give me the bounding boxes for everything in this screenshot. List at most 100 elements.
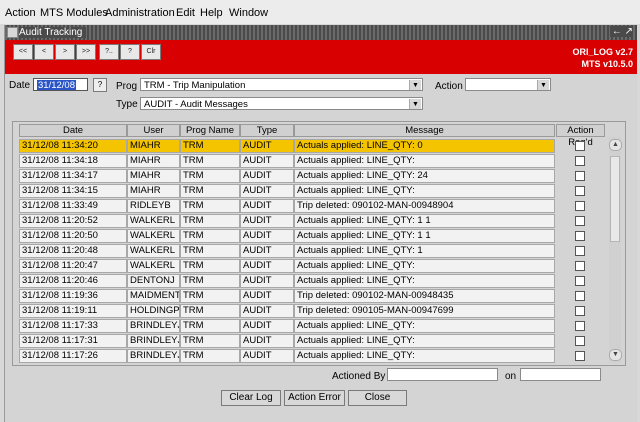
cell-message[interactable]: Trip deleted: 090102-MAN-00948435 <box>294 289 555 303</box>
vertical-scrollbar[interactable]: ▲ ▼ <box>609 137 622 363</box>
action-reqd-checkbox[interactable] <box>575 171 585 181</box>
cell-date[interactable]: 31/12/08 11:20:47 <box>19 259 127 273</box>
close-button[interactable]: Close <box>348 390 407 406</box>
menu-edit[interactable]: Edit <box>176 7 195 19</box>
cell-date[interactable]: 31/12/08 11:17:33 <box>19 319 127 333</box>
cell-message[interactable]: Actuals applied: LINE_QTY: <box>294 274 555 288</box>
cell-date[interactable]: 31/12/08 11:20:52 <box>19 214 127 228</box>
cell-user[interactable]: WALKERL <box>127 244 180 258</box>
first-record-button[interactable]: << <box>13 44 33 60</box>
cell-message[interactable]: Actuals applied: LINE_QTY: <box>294 154 555 168</box>
cell-user[interactable]: BRINDLEYJ <box>127 319 180 333</box>
cell-user[interactable]: HOLDINGP <box>127 304 180 318</box>
action-reqd-checkbox[interactable] <box>575 261 585 271</box>
cell-date[interactable]: 31/12/08 11:17:26 <box>19 349 127 363</box>
cell-type[interactable]: AUDIT <box>240 244 294 258</box>
cell-date[interactable]: 31/12/08 11:20:46 <box>19 274 127 288</box>
action-reqd-checkbox[interactable] <box>575 336 585 346</box>
col-header-action-reqd[interactable]: Action Req'd <box>556 124 605 148</box>
cell-user[interactable]: BRINDLEYJ <box>127 334 180 348</box>
cell-user[interactable]: MIAHR <box>127 184 180 198</box>
cell-type[interactable]: AUDIT <box>240 214 294 228</box>
cell-prog-name[interactable]: TRM <box>180 259 240 273</box>
cell-date[interactable]: 31/12/08 11:33:49 <box>19 199 127 213</box>
cell-message[interactable]: Actuals applied: LINE_QTY: <box>294 349 555 363</box>
cell-message[interactable]: Actuals applied: LINE_QTY: <box>294 184 555 198</box>
cell-message[interactable]: Actuals applied: LINE_QTY: <box>294 334 555 348</box>
menu-action[interactable]: Action <box>5 7 36 19</box>
cell-type[interactable]: AUDIT <box>240 139 294 153</box>
cell-prog-name[interactable]: TRM <box>180 289 240 303</box>
cell-message[interactable]: Actuals applied: LINE_QTY: <box>294 259 555 273</box>
cell-prog-name[interactable]: TRM <box>180 199 240 213</box>
col-header-prog-name[interactable]: Prog Name <box>180 124 240 137</box>
cell-type[interactable]: AUDIT <box>240 304 294 318</box>
action-reqd-checkbox[interactable] <box>575 306 585 316</box>
prog-select[interactable]: TRM - Trip Manipulation ▼ <box>140 78 423 91</box>
cell-user[interactable]: MIAHR <box>127 169 180 183</box>
cell-user[interactable]: RIDLEYB <box>127 199 180 213</box>
cell-prog-name[interactable]: TRM <box>180 169 240 183</box>
cell-user[interactable]: WALKERL <box>127 229 180 243</box>
menu-mts-modules[interactable]: MTS Modules <box>40 7 108 19</box>
action-reqd-checkbox[interactable] <box>575 351 585 361</box>
cell-prog-name[interactable]: TRM <box>180 139 240 153</box>
cell-prog-name[interactable]: TRM <box>180 304 240 318</box>
cell-message[interactable]: Trip deleted: 090102-MAN-00948904 <box>294 199 555 213</box>
action-reqd-checkbox[interactable] <box>575 216 585 226</box>
cell-prog-name[interactable]: TRM <box>180 319 240 333</box>
cell-date[interactable]: 31/12/08 11:17:31 <box>19 334 127 348</box>
cell-user[interactable]: DENTONJ <box>127 274 180 288</box>
action-reqd-checkbox[interactable] <box>575 321 585 331</box>
query-button[interactable]: ?.. <box>99 44 119 60</box>
next-record-button[interactable]: > <box>55 44 75 60</box>
cell-message[interactable]: Actuals applied: LINE_QTY: 1 1 <box>294 229 555 243</box>
cell-user[interactable]: MIAHR <box>127 154 180 168</box>
cell-type[interactable]: AUDIT <box>240 349 294 363</box>
cell-user[interactable]: BRINDLEYJ <box>127 349 180 363</box>
action-select[interactable]: ▼ <box>465 78 551 91</box>
cell-date[interactable]: 31/12/08 11:34:15 <box>19 184 127 198</box>
cell-date[interactable]: 31/12/08 11:19:11 <box>19 304 127 318</box>
cell-type[interactable]: AUDIT <box>240 184 294 198</box>
action-reqd-checkbox[interactable] <box>575 276 585 286</box>
cell-prog-name[interactable]: TRM <box>180 274 240 288</box>
on-date-field[interactable] <box>520 368 601 381</box>
cell-prog-name[interactable]: TRM <box>180 214 240 228</box>
cell-date[interactable]: 31/12/08 11:20:48 <box>19 244 127 258</box>
cell-user[interactable]: MIAHR <box>127 139 180 153</box>
help-button[interactable]: ? <box>120 44 140 60</box>
col-header-date[interactable]: Date <box>19 124 127 137</box>
cell-type[interactable]: AUDIT <box>240 169 294 183</box>
cell-prog-name[interactable]: TRM <box>180 154 240 168</box>
cell-type[interactable]: AUDIT <box>240 229 294 243</box>
col-header-message[interactable]: Message <box>294 124 555 137</box>
cell-prog-name[interactable]: TRM <box>180 244 240 258</box>
cell-message[interactable]: Trip deleted: 090105-MAN-00947699 <box>294 304 555 318</box>
actioned-by-field[interactable] <box>387 368 498 381</box>
cell-type[interactable]: AUDIT <box>240 319 294 333</box>
menu-help[interactable]: Help <box>200 7 223 19</box>
cell-user[interactable]: WALKERL <box>127 214 180 228</box>
action-reqd-checkbox[interactable] <box>575 141 585 151</box>
scroll-thumb[interactable] <box>610 156 620 242</box>
last-record-button[interactable]: >> <box>76 44 96 60</box>
window-controls-icon[interactable]: ← ↗ <box>609 26 633 37</box>
cell-message[interactable]: Actuals applied: LINE_QTY: <box>294 319 555 333</box>
cell-type[interactable]: AUDIT <box>240 199 294 213</box>
cell-message[interactable]: Actuals applied: LINE_QTY: 1 1 <box>294 214 555 228</box>
cell-message[interactable]: Actuals applied: LINE_QTY: 1 <box>294 244 555 258</box>
clear-button[interactable]: Clr <box>141 44 161 60</box>
menu-window[interactable]: Window <box>229 7 268 19</box>
action-error-button[interactable]: Action Error <box>284 390 345 406</box>
action-reqd-checkbox[interactable] <box>575 231 585 241</box>
prev-record-button[interactable]: < <box>34 44 54 60</box>
cell-prog-name[interactable]: TRM <box>180 349 240 363</box>
col-header-type[interactable]: Type <box>240 124 294 137</box>
scroll-up-icon[interactable]: ▲ <box>609 139 622 151</box>
cell-prog-name[interactable]: TRM <box>180 334 240 348</box>
date-field[interactable]: 31/12/08 <box>33 78 88 91</box>
cell-date[interactable]: 31/12/08 11:20:50 <box>19 229 127 243</box>
cell-date[interactable]: 31/12/08 11:34:17 <box>19 169 127 183</box>
date-help-button[interactable]: ? <box>93 78 107 92</box>
